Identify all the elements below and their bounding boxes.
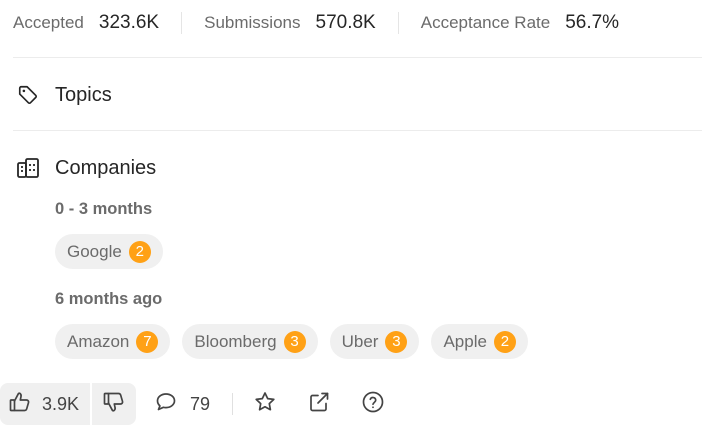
company-chip-uber[interactable]: Uber 3 bbox=[329, 324, 420, 359]
topics-title: Topics bbox=[55, 83, 112, 106]
stat-value: 570.8K bbox=[315, 12, 376, 33]
thumbs-up-icon bbox=[8, 390, 32, 419]
company-chip-row: Amazon 7 Bloomberg 3 Uber 3 Apple 2 bbox=[55, 324, 540, 359]
companies-section-header[interactable]: Companies bbox=[16, 156, 156, 180]
stats-row: Accepted 323.6K Submissions 570.8K Accep… bbox=[13, 8, 619, 38]
comment-count: 79 bbox=[190, 393, 211, 414]
like-count: 3.9K bbox=[42, 393, 80, 414]
tag-icon bbox=[16, 83, 40, 107]
vote-group: 3.9K bbox=[0, 383, 137, 425]
chip-count-badge: 7 bbox=[136, 330, 159, 353]
chip-name: Google bbox=[67, 241, 122, 261]
action-bar: 3.9K 79 bbox=[0, 383, 415, 425]
share-button[interactable] bbox=[307, 392, 331, 416]
help-icon bbox=[361, 390, 385, 419]
stat-accepted: Accepted 323.6K bbox=[13, 12, 159, 34]
divider bbox=[397, 12, 399, 34]
group-label-older: 6 months ago bbox=[55, 290, 163, 308]
favorite-button[interactable] bbox=[253, 390, 277, 419]
building-icon bbox=[16, 156, 40, 180]
divider bbox=[232, 393, 234, 415]
chip-count-badge: 3 bbox=[385, 330, 408, 353]
dislike-button[interactable] bbox=[92, 383, 136, 425]
stat-value: 323.6K bbox=[98, 12, 160, 33]
company-chip-bloomberg[interactable]: Bloomberg 3 bbox=[182, 324, 318, 359]
stat-label: Accepted bbox=[13, 13, 84, 32]
stat-label: Submissions bbox=[204, 13, 301, 32]
divider bbox=[181, 12, 183, 34]
chip-name: Apple bbox=[443, 331, 487, 351]
comments-button[interactable]: 79 bbox=[154, 390, 210, 419]
stat-label: Acceptance Rate bbox=[420, 13, 551, 32]
star-icon bbox=[253, 390, 277, 419]
company-chip-amazon[interactable]: Amazon 7 bbox=[55, 324, 171, 359]
chip-count-badge: 2 bbox=[493, 330, 516, 353]
company-chip-row: Google 2 bbox=[55, 234, 175, 269]
company-chip-google[interactable]: Google 2 bbox=[55, 234, 163, 269]
share-icon bbox=[307, 390, 331, 419]
chip-name: Uber bbox=[341, 331, 379, 351]
like-button[interactable]: 3.9K bbox=[0, 383, 90, 425]
stat-submissions: Submissions 570.8K bbox=[204, 12, 376, 34]
help-button[interactable] bbox=[361, 390, 385, 419]
companies-title: Companies bbox=[55, 156, 157, 179]
comment-icon bbox=[154, 390, 178, 419]
group-label-recent: 0 - 3 months bbox=[55, 200, 153, 218]
chip-count-badge: 3 bbox=[283, 330, 306, 353]
chip-count-badge: 2 bbox=[128, 240, 151, 263]
divider bbox=[13, 130, 702, 131]
stat-acceptance-rate: Acceptance Rate 56.7% bbox=[421, 12, 619, 34]
company-chip-apple[interactable]: Apple 2 bbox=[431, 324, 528, 359]
stat-value: 56.7% bbox=[565, 12, 620, 33]
divider bbox=[13, 57, 702, 58]
chip-name: Bloomberg bbox=[194, 331, 277, 351]
thumbs-down-icon bbox=[102, 390, 126, 419]
topics-section-header[interactable]: Topics bbox=[16, 83, 112, 107]
chip-name: Amazon bbox=[67, 331, 130, 351]
